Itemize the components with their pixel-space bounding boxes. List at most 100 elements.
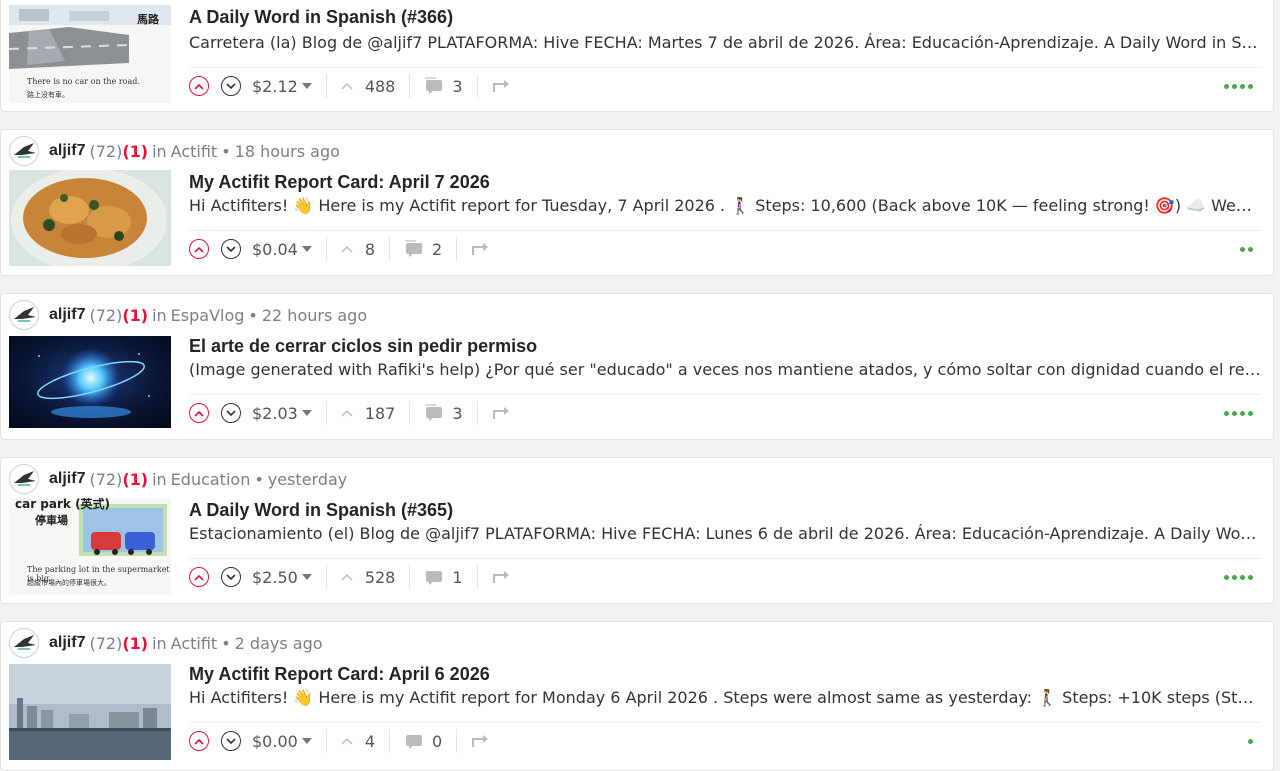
comments-button[interactable]: 3 [424, 77, 463, 96]
downvote-button[interactable] [221, 403, 241, 423]
post-timestamp[interactable]: yesterday [268, 470, 348, 489]
post-title[interactable]: El arte de cerrar ciclos sin pedir permi… [189, 336, 1257, 357]
post-summary[interactable]: (Image generated with Rafiki's help) ¿Po… [189, 360, 1261, 379]
upvote-button[interactable] [189, 239, 209, 259]
downvote-button[interactable] [221, 731, 241, 751]
dot [1240, 246, 1245, 252]
author-reputation: (72) [89, 141, 123, 161]
post-title[interactable]: My Actifit Report Card: April 7 2026 [189, 172, 1257, 193]
post-card: aljif7 (72) (1) in EspaVlog • 22 hours a… [0, 293, 1274, 440]
reblog-button[interactable] [492, 406, 510, 420]
reblog-button[interactable] [492, 79, 510, 93]
post-title[interactable]: My Actifit Report Card: April 6 2026 [189, 664, 1257, 685]
post-thumbnail[interactable]: car park (英式) 停車場 The parking lot in the… [9, 498, 171, 595]
voters-button[interactable]: 187 [341, 404, 395, 423]
avatar[interactable] [9, 300, 39, 330]
author-link[interactable]: aljif7 [49, 142, 85, 160]
post-timestamp[interactable]: 22 hours ago [262, 306, 367, 325]
voters-button[interactable]: 4 [341, 732, 375, 751]
reblog-button[interactable] [471, 734, 489, 748]
more-options-button[interactable] [1224, 410, 1253, 416]
chevron-down-icon [226, 737, 236, 744]
thumb-caption-cn: 超級市場內的停車場很大。 [27, 579, 111, 587]
community-link[interactable]: EspaVlog [171, 306, 245, 325]
comment-count: 3 [452, 403, 463, 423]
post-title[interactable]: A Daily Word in Spanish (#366) [189, 7, 1257, 28]
payout-dropdown[interactable]: $2.03 [252, 404, 312, 423]
dot-separator: • [248, 305, 258, 325]
community-link[interactable]: Education [171, 470, 251, 489]
divider [476, 74, 478, 98]
author-reputation: (72) [89, 305, 123, 325]
downvote-button[interactable] [221, 239, 241, 259]
avatar[interactable] [9, 464, 39, 494]
post-card: aljif7 (72) (1) in Actifit • 2 days ago … [0, 621, 1274, 771]
dot [1248, 574, 1253, 580]
thumb-label-cn: 停車場 [35, 514, 68, 527]
more-options-button[interactable] [1240, 246, 1253, 252]
downvote-button[interactable] [221, 76, 241, 96]
post-thumbnail[interactable] [9, 170, 171, 266]
dot-separator: • [221, 141, 231, 161]
voters-button[interactable]: 8 [341, 240, 375, 259]
author-link[interactable]: aljif7 [49, 306, 85, 324]
divider [389, 729, 390, 753]
upvote-button[interactable] [189, 731, 209, 751]
comments-button[interactable]: 3 [424, 403, 463, 423]
post-timestamp[interactable]: 2 days ago [235, 634, 323, 653]
thumb-label: car park (英式) [15, 498, 111, 511]
caret-down-icon [301, 738, 312, 744]
post-title[interactable]: A Daily Word in Spanish (#365) [189, 500, 1257, 521]
payout-dropdown[interactable]: $2.50 [252, 568, 312, 587]
community-link[interactable]: Actifit [171, 634, 218, 653]
voters-button[interactable]: 528 [341, 568, 395, 587]
voters-button[interactable]: 488 [341, 77, 395, 96]
post-thumbnail[interactable] [9, 664, 171, 760]
payout-dropdown[interactable]: $0.04 [252, 240, 312, 259]
post-summary[interactable]: Carretera (la) Blog de @aljif7 PLATAFORM… [189, 33, 1261, 52]
comment-count: 1 [452, 567, 463, 587]
more-options-button[interactable] [1224, 83, 1253, 89]
upvote-button[interactable] [189, 403, 209, 423]
dot [1232, 410, 1237, 416]
reblog-button[interactable] [471, 242, 489, 256]
post-timestamp[interactable]: 18 hours ago [235, 142, 340, 161]
comments-button[interactable]: 0 [404, 732, 442, 751]
post-actions: $0.04 8 2 [189, 230, 1261, 267]
post-thumbnail[interactable]: 馬路 There is no car on the road. 路上没有車。 [9, 5, 171, 103]
harbour-skyline-photo [9, 664, 171, 760]
author-link[interactable]: aljif7 [49, 470, 85, 488]
vote-count: 4 [364, 731, 375, 751]
more-options-button[interactable] [1248, 738, 1253, 744]
comments-button[interactable]: 2 [404, 240, 442, 259]
dot-separator: • [221, 633, 231, 653]
chevron-up-icon [194, 574, 204, 581]
thumb-caption-cn: 路上没有車。 [27, 91, 69, 99]
downvote-button[interactable] [221, 567, 241, 587]
dot [1232, 574, 1237, 580]
reblog-button[interactable] [492, 570, 510, 584]
reblog-icon [472, 735, 489, 747]
divider [456, 237, 458, 261]
payout-dropdown[interactable]: $2.12 [252, 77, 312, 96]
chevron-up-icon [341, 83, 353, 90]
post-summary[interactable]: Estacionamiento (el) Blog de @aljif7 PLA… [189, 524, 1261, 543]
upvote-button[interactable] [189, 567, 209, 587]
author-reputation: (72) [89, 469, 123, 489]
post-thumbnail[interactable] [9, 336, 171, 428]
comments-button[interactable]: 1 [424, 567, 463, 587]
payout-dropdown[interactable]: $0.00 [252, 732, 312, 751]
upvote-button[interactable] [189, 76, 209, 96]
avatar[interactable] [9, 136, 39, 166]
chevron-up-icon [341, 574, 353, 581]
chevron-up-icon [194, 83, 204, 90]
more-options-button[interactable] [1224, 574, 1253, 580]
post-summary[interactable]: Hi Actifiters! 👋 Here is my Actifit repo… [189, 688, 1261, 707]
post-summary[interactable]: Hi Actifiters! 👋 Here is my Actifit repo… [189, 196, 1261, 215]
vote-count: 8 [364, 239, 375, 259]
author-link[interactable]: aljif7 [49, 634, 85, 652]
chevron-down-icon [226, 82, 236, 89]
community-link[interactable]: Actifit [171, 142, 218, 161]
dot [1224, 83, 1229, 89]
avatar[interactable] [9, 628, 39, 658]
